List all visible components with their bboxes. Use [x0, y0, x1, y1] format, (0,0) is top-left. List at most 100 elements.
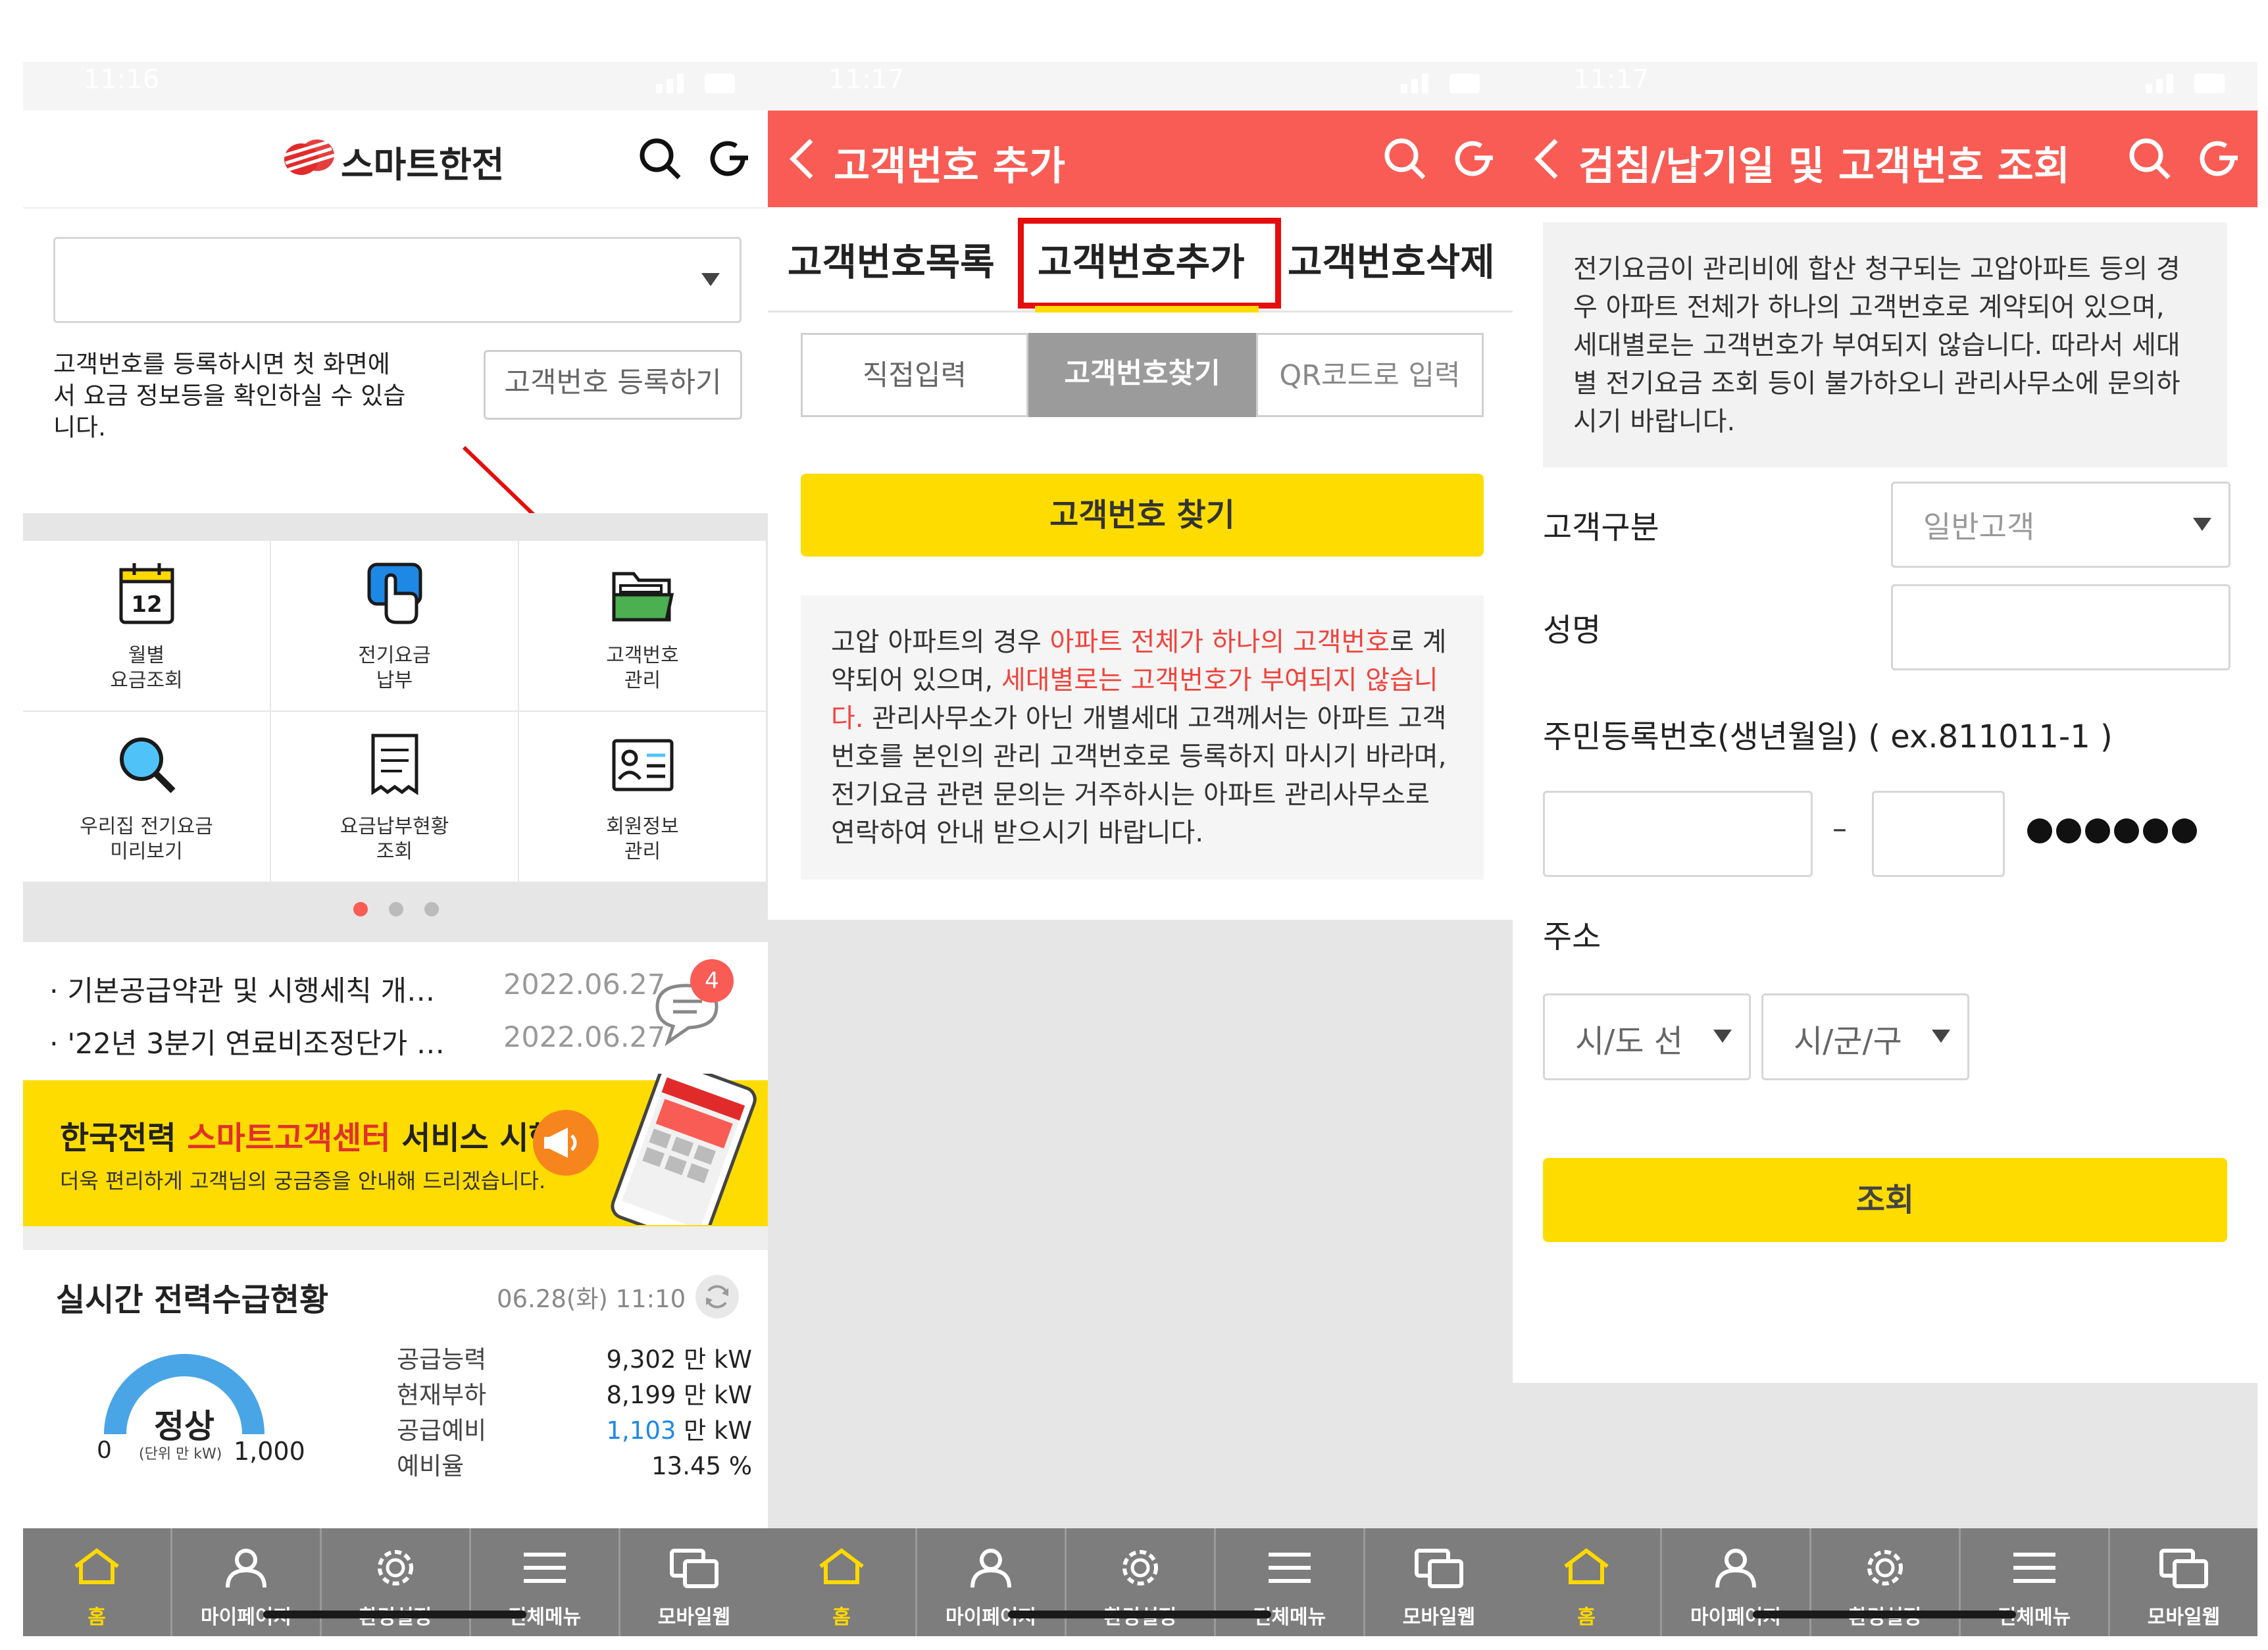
menu-grid: 12 월별 요금조회 전기요금 납부 고객번호 관리 우리집 전기요금 미리보기 요금납…: [23, 513, 768, 889]
hamburger-icon: [524, 1553, 566, 1583]
nav-label: 홈: [1577, 1606, 1596, 1629]
search-icon[interactable]: [637, 136, 683, 182]
bullet: ·: [49, 975, 68, 1008]
service-banner[interactable]: 한국전력 스마트고객센터 서비스 시행 더욱 편리하게 고객님의 궁금증을 안내…: [23, 1074, 768, 1226]
pager-dot[interactable]: [389, 902, 403, 916]
power-row: 공급예비 1,103 만 kW: [397, 1413, 752, 1449]
power-row-value: 1,103: [606, 1416, 676, 1445]
nav-mypage[interactable]: 마이페이지: [917, 1528, 1067, 1636]
nav-mobile-web[interactable]: 모바일웹: [2110, 1528, 2257, 1636]
status-time: 11:16: [84, 64, 160, 95]
power-datetime: 06.28(화) 11:10: [497, 1285, 686, 1313]
rrn-back-input[interactable]: [1872, 791, 2005, 877]
banner-title: 한국전력 스마트고객센터 서비스 시행: [60, 1112, 558, 1158]
banner-title-pre: 한국전력: [60, 1120, 188, 1157]
back-chevron-icon[interactable]: [790, 139, 830, 179]
refresh-icon[interactable]: [1449, 136, 1496, 182]
refresh-icon[interactable]: [705, 136, 751, 182]
notice-item[interactable]: · 기본공급약관 및 시행세칙 개… 2022.06.27: [49, 968, 665, 1009]
nav-mobile-web[interactable]: 모바일웹: [620, 1528, 768, 1636]
nav-home[interactable]: 홈: [1513, 1528, 1662, 1636]
pager-dot-active[interactable]: [353, 902, 368, 916]
pager: [23, 882, 768, 942]
rrn-label: 주민등록번호(생년월일) ( ex.811011-1 ): [1543, 718, 2113, 755]
sigungu-select[interactable]: 시/군/구: [1761, 993, 1969, 1080]
chat-badge: 4: [690, 959, 734, 1003]
status-time: 11:17: [828, 64, 905, 95]
menu-payment-status[interactable]: 요금납부현황 조회: [271, 712, 518, 882]
nav-all-menu[interactable]: 전체메뉴: [471, 1528, 620, 1636]
nav-settings[interactable]: 환경설정: [322, 1528, 471, 1636]
status-bar: 11:17: [768, 62, 1513, 111]
nav-mobile-web[interactable]: 모바일웹: [1365, 1528, 1513, 1636]
nav-mypage[interactable]: 마이페이지: [1662, 1528, 1811, 1636]
status-bar: 11:17: [1513, 62, 2257, 111]
nav-all-menu[interactable]: 전체메뉴: [1216, 1528, 1365, 1636]
nav-all-menu[interactable]: 전체메뉴: [1961, 1528, 2110, 1636]
customer-type-select[interactable]: 일반고객: [1891, 482, 2230, 568]
screen-add-customer-number: 11:17 고객번호 추가 고객번호목록 고객번호추가 고객번호삭제 직접입력 …: [768, 0, 1513, 1650]
segment-find-number[interactable]: 고객번호찾기: [1028, 333, 1256, 417]
menu-pay-bill[interactable]: 전기요금 납부: [271, 541, 518, 711]
menu-bill-preview[interactable]: 우리집 전기요금 미리보기: [23, 712, 270, 882]
nav-home[interactable]: 홈: [768, 1528, 917, 1636]
refresh-icon[interactable]: [2194, 136, 2240, 182]
search-icon[interactable]: [1382, 136, 1428, 182]
home-indicator: [1753, 1611, 2016, 1618]
tab-customer-list[interactable]: 고객번호목록: [788, 232, 995, 286]
power-refresh-icon[interactable]: [694, 1274, 740, 1320]
customer-type-label: 고객구분: [1543, 509, 1659, 546]
windows-icon: [1415, 1549, 1463, 1588]
bullet: ·: [49, 1028, 68, 1061]
segment-qr-input[interactable]: QR코드로 입력: [1256, 333, 1484, 417]
gauge-max: 1,000: [234, 1437, 305, 1466]
signal-icon: [2146, 67, 2225, 93]
power-row-value: 8,199: [606, 1381, 676, 1409]
home-indicator: [1008, 1611, 1271, 1618]
register-note-line: 서 요금 정보등을 확인하실 수 있습: [53, 382, 406, 410]
nav-settings[interactable]: 환경설정: [1067, 1528, 1216, 1636]
segment-direct-input[interactable]: 직접입력: [801, 333, 1028, 417]
screen-home: 11:16 스마트한전 고객번호를 등록하시면 첫 화면에 서 요금 정보등을 …: [23, 0, 768, 1650]
menu-member-info[interactable]: 회원정보 관리: [519, 712, 766, 882]
tab-bar: 고객번호목록 고객번호추가 고객번호삭제: [768, 207, 1513, 312]
home-icon: [74, 1548, 119, 1584]
power-row-label: 현재부하: [397, 1381, 487, 1409]
pager-dot[interactable]: [424, 902, 439, 916]
menu-label-line: 납부: [376, 669, 413, 692]
register-customer-button[interactable]: 고객번호 등록하기: [484, 350, 742, 420]
nav-settings[interactable]: 환경설정: [1811, 1528, 1961, 1636]
notice-item[interactable]: · '22년 3분기 연료비조정단가 … 2022.06.27: [49, 1021, 665, 1062]
search-icon[interactable]: [2127, 136, 2173, 182]
menu-label: 월별 요금조회: [23, 643, 270, 693]
menu-customer-number-manage[interactable]: 고객번호 관리: [519, 541, 766, 711]
hand-pay-icon: [367, 562, 422, 624]
tab-customer-delete[interactable]: 고객번호삭제: [1288, 232, 1495, 286]
customer-number-select[interactable]: [53, 237, 742, 323]
bottom-nav: 홈 마이페이지 환경설정 전체메뉴 모바일웹: [1513, 1528, 2257, 1636]
person-icon: [970, 1549, 1011, 1588]
sigungu-value: 시/군/구: [1794, 1023, 1902, 1060]
nav-mypage[interactable]: 마이페이지: [172, 1528, 322, 1636]
register-note-line: 니다.: [53, 413, 106, 441]
sido-select[interactable]: 시/도 선: [1543, 993, 1751, 1080]
nav-home[interactable]: 홈: [23, 1528, 172, 1636]
menu-label-line: 관리: [624, 840, 661, 863]
notice-date: 2022.06.27: [503, 1021, 666, 1054]
menu-label: 전기요금 납부: [271, 643, 518, 693]
rrn-masked-dots: [2027, 818, 2201, 846]
folder-icon: [612, 572, 674, 622]
bottom-nav: 홈 마이페이지 환경설정 전체메뉴 모바일웹: [768, 1528, 1513, 1636]
menu-monthly-bill[interactable]: 12 월별 요금조회: [23, 541, 270, 711]
rrn-front-input[interactable]: [1543, 791, 1813, 877]
menu-label: 고객번호 관리: [519, 643, 766, 693]
hamburger-icon: [1269, 1553, 1311, 1583]
menu-label-line: 우리집 전기요금: [80, 815, 213, 838]
find-customer-number-button[interactable]: 고객번호 찾기: [801, 474, 1484, 557]
magnifier-icon: [119, 738, 176, 793]
tab-customer-add[interactable]: 고객번호추가: [1038, 232, 1245, 286]
back-chevron-icon[interactable]: [1534, 139, 1575, 179]
apartment-info-box: 고압 아파트의 경우 아파트 전체가 하나의 고객번호로 계약되어 있으며, 세…: [801, 595, 1484, 880]
search-submit-button[interactable]: 조회: [1543, 1158, 2227, 1242]
name-input[interactable]: [1891, 584, 2230, 670]
